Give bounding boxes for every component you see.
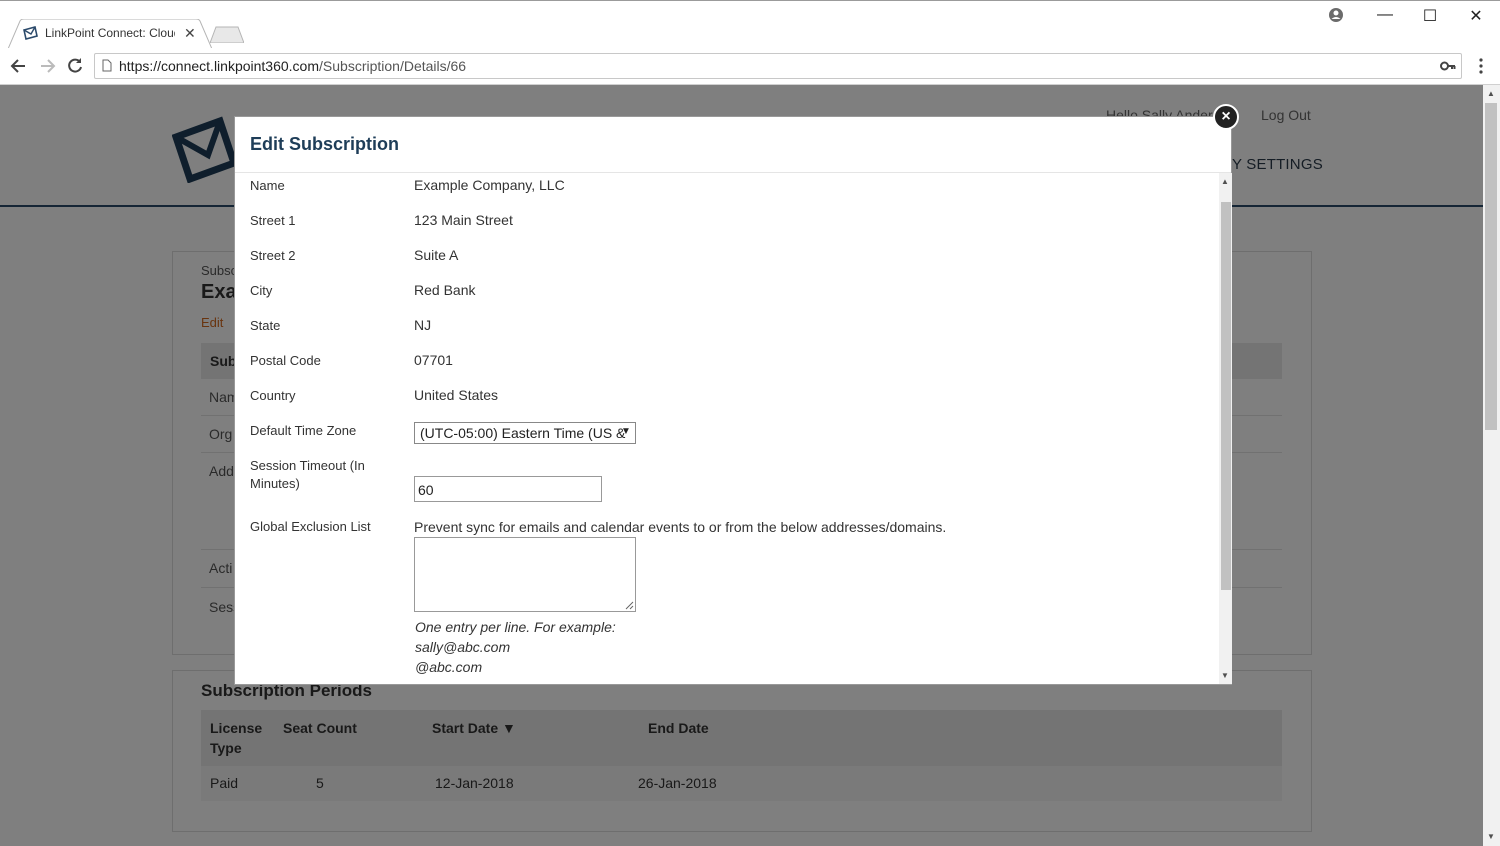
- new-tab-button[interactable]: [210, 26, 244, 43]
- modal-header: Edit Subscription: [235, 117, 1231, 173]
- country-label: Country: [250, 388, 296, 403]
- timezone-label: Default Time Zone: [250, 423, 357, 438]
- minimize-icon[interactable]: —: [1370, 6, 1400, 24]
- window-close-icon[interactable]: ✕: [1461, 6, 1491, 26]
- exclusion-hint-example: @abc.com: [415, 659, 483, 675]
- street1-label: Street 1: [250, 213, 296, 228]
- modal-title: Edit Subscription: [250, 134, 400, 154]
- modal-body: Name Example Company, LLC Street 1 123 M…: [235, 173, 1219, 684]
- exclusion-hint-example: sally@abc.com: [415, 639, 511, 655]
- modal-close-button[interactable]: ×: [1213, 104, 1239, 130]
- page-scroll-thumb[interactable]: [1485, 103, 1497, 430]
- browser-menu-icon[interactable]: [1476, 57, 1486, 75]
- profile-icon[interactable]: [1327, 6, 1345, 24]
- modal-scroll-up-arrow[interactable]: ▲: [1221, 177, 1229, 186]
- street2-label: Street 2: [250, 248, 296, 263]
- key-icon[interactable]: [1440, 59, 1456, 73]
- edit-subscription-modal: Edit Subscription Name Example Company, …: [234, 116, 1232, 685]
- country-value: United States: [414, 387, 499, 403]
- name-label: Name: [250, 178, 285, 193]
- state-label: State: [250, 318, 281, 333]
- resize-grip-icon[interactable]: [625, 601, 634, 610]
- postal-code-value: 07701: [414, 352, 453, 368]
- chevron-down-icon[interactable]: ▼: [621, 426, 631, 437]
- reload-icon[interactable]: [65, 56, 85, 76]
- exclusion-hint-line: One entry per line. For example:: [415, 619, 616, 635]
- page-info-icon[interactable]: [102, 59, 112, 72]
- city-value: Red Bank: [414, 282, 476, 298]
- name-value: Example Company, LLC: [414, 177, 565, 193]
- back-arrow-icon[interactable]: [9, 56, 29, 76]
- postal-code-label: Postal Code: [250, 353, 321, 368]
- tab-title: LinkPoint Connect: Cloud: [45, 26, 175, 40]
- maximize-icon[interactable]: ☐: [1415, 6, 1445, 26]
- modal-scroll-down-arrow[interactable]: ▼: [1221, 671, 1229, 680]
- exclusion-list-label: Global Exclusion List: [250, 519, 371, 534]
- exclusion-description: Prevent sync for emails and calendar eve…: [414, 519, 947, 535]
- exclusion-list-textarea[interactable]: [414, 537, 636, 612]
- session-timeout-label: Session Timeout (In Minutes): [250, 458, 365, 491]
- linkpoint-favicon-icon: [23, 26, 38, 40]
- city-label: City: [250, 283, 273, 298]
- modal-scroll-thumb[interactable]: [1221, 202, 1231, 590]
- session-timeout-input[interactable]: 60: [414, 476, 602, 502]
- street1-value: 123 Main Street: [414, 212, 513, 228]
- scroll-up-arrow[interactable]: ▲: [1487, 89, 1495, 98]
- scroll-down-arrow[interactable]: ▼: [1487, 832, 1495, 841]
- tab-close-icon[interactable]: ✕: [184, 25, 196, 42]
- state-value: NJ: [414, 317, 432, 333]
- timezone-select[interactable]: (UTC-05:00) Eastern Time (US &: [414, 422, 636, 444]
- street2-value: Suite A: [414, 247, 459, 263]
- url-text[interactable]: https://connect.linkpoint360.com/Subscri…: [119, 58, 466, 74]
- forward-arrow-icon[interactable]: [37, 56, 57, 76]
